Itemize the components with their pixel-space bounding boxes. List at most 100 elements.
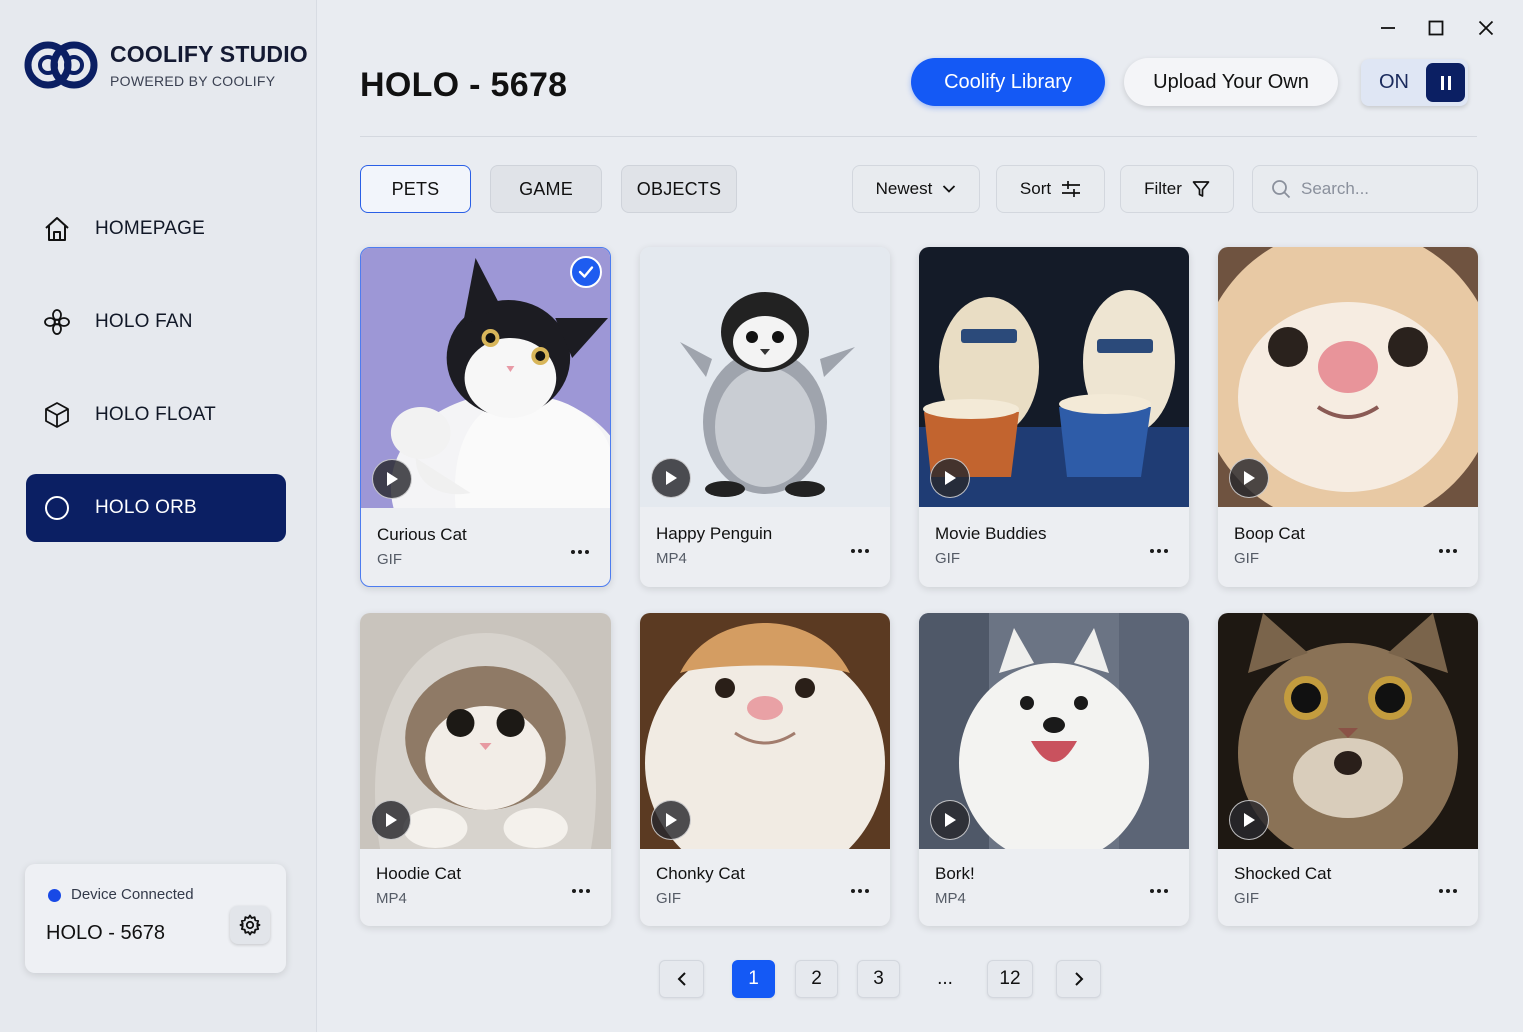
coolify-logo-icon: [24, 41, 98, 89]
maximize-button[interactable]: [1422, 14, 1450, 42]
more-options-button[interactable]: [848, 541, 872, 561]
chevron-left-icon: [677, 972, 686, 986]
media-card-movie-buddies[interactable]: Movie Buddies GIF: [919, 247, 1189, 587]
card-title: Bork!: [935, 864, 975, 883]
toggle-label: ON: [1379, 71, 1409, 93]
sliders-icon: [1062, 181, 1081, 197]
app-name: COOLIFY STUDIO: [110, 41, 308, 67]
sidebar: COOLIFY STUDIO POWERED BY COOLIFY HOMEPA…: [0, 0, 317, 1032]
more-options-button[interactable]: [569, 881, 593, 901]
home-icon: [42, 214, 72, 244]
next-page-button[interactable]: [1056, 960, 1101, 998]
card-type: GIF: [377, 551, 402, 568]
minimize-icon: [1381, 27, 1395, 29]
card-title: Hoodie Cat: [376, 864, 462, 883]
card-type: GIF: [656, 890, 681, 907]
play-button[interactable]: [1229, 458, 1269, 498]
search-input[interactable]: [1301, 179, 1461, 199]
more-options-button[interactable]: [1147, 541, 1171, 561]
filter-button[interactable]: Filter: [1120, 165, 1234, 213]
gear-icon: [239, 914, 261, 936]
media-card-shocked-cat[interactable]: Shocked Cat GIF: [1218, 613, 1478, 926]
media-card-bork[interactable]: Bork! MP4: [919, 613, 1189, 926]
play-button[interactable]: [372, 459, 412, 499]
sidebar-item-label: HOLO ORB: [95, 497, 197, 518]
device-settings-button[interactable]: [230, 906, 270, 944]
media-card-hoodie-cat[interactable]: Hoodie Cat MP4: [360, 613, 611, 926]
play-icon: [1244, 813, 1255, 827]
sidebar-item-holo-fan[interactable]: HOLO FAN: [26, 288, 286, 356]
tab-objects[interactable]: OBJECTS: [621, 165, 737, 213]
device-name: HOLO - 5678: [46, 922, 165, 944]
sidebar-nav: HOMEPAGE HOLO FAN HOLO FLOAT HOLO ORB: [26, 195, 286, 567]
search-box[interactable]: [1252, 165, 1478, 213]
card-title: Movie Buddies: [935, 524, 1047, 543]
more-options-button[interactable]: [848, 881, 872, 901]
card-title: Chonky Cat: [656, 864, 745, 883]
media-card-boop-cat[interactable]: Boop Cat GIF: [1218, 247, 1478, 587]
tab-game[interactable]: GAME: [490, 165, 602, 213]
more-options-button[interactable]: [1147, 881, 1171, 901]
prev-page-button[interactable]: [659, 960, 704, 998]
sidebar-item-homepage[interactable]: HOMEPAGE: [26, 195, 286, 263]
search-icon: [1272, 180, 1291, 199]
more-options-button[interactable]: [568, 542, 592, 562]
order-value: Newest: [875, 179, 933, 198]
play-button[interactable]: [651, 800, 691, 840]
play-icon: [387, 472, 398, 486]
minimize-button[interactable]: [1374, 14, 1402, 42]
page-12-button[interactable]: 12: [987, 960, 1033, 998]
card-type: MP4: [935, 890, 966, 907]
card-type: GIF: [1234, 550, 1259, 567]
close-icon: [1478, 20, 1494, 36]
sidebar-item-holo-float[interactable]: HOLO FLOAT: [26, 381, 286, 449]
connection-status-dot: [48, 889, 61, 902]
media-card-happy-penguin[interactable]: Happy Penguin MP4: [640, 247, 890, 587]
play-button[interactable]: [930, 458, 970, 498]
page-title: HOLO - 5678: [360, 66, 568, 104]
power-toggle[interactable]: ON: [1361, 59, 1468, 106]
play-icon: [386, 813, 397, 827]
sort-button[interactable]: Sort: [996, 165, 1105, 213]
chevron-right-icon: [1074, 972, 1083, 986]
upload-your-own-button[interactable]: Upload Your Own: [1124, 58, 1338, 106]
card-type: GIF: [1234, 890, 1259, 907]
page-1-button[interactable]: 1: [732, 960, 775, 998]
sidebar-item-label: HOMEPAGE: [95, 218, 205, 239]
tab-pets[interactable]: PETS: [360, 165, 471, 213]
maximize-icon: [1428, 20, 1444, 36]
play-icon: [945, 813, 956, 827]
card-title: Curious Cat: [377, 525, 467, 544]
sort-label: Sort: [1019, 179, 1052, 198]
app-tagline: POWERED BY COOLIFY: [110, 73, 276, 89]
close-button[interactable]: [1472, 14, 1500, 42]
play-icon: [666, 813, 677, 827]
play-button[interactable]: [930, 800, 970, 840]
app-logo[interactable]: COOLIFY STUDIO POWERED BY COOLIFY: [24, 38, 308, 92]
sidebar-item-holo-orb[interactable]: HOLO ORB: [26, 474, 286, 542]
play-icon: [1244, 471, 1255, 485]
page-3-button[interactable]: 3: [857, 960, 900, 998]
more-options-button[interactable]: [1436, 881, 1460, 901]
connection-status-text: Device Connected: [71, 886, 194, 903]
media-card-chonky-cat[interactable]: Chonky Cat GIF: [640, 613, 890, 926]
pause-icon: [1426, 63, 1465, 102]
card-title: Happy Penguin: [656, 524, 773, 543]
card-title: Shocked Cat: [1234, 864, 1332, 883]
cube-icon: [42, 400, 72, 430]
sidebar-item-label: HOLO FAN: [95, 311, 193, 332]
play-icon: [666, 471, 677, 485]
play-button[interactable]: [651, 458, 691, 498]
selected-check-icon[interactable]: [570, 256, 602, 288]
filter-label: Filter: [1144, 179, 1182, 198]
device-status-card: Device Connected HOLO - 5678: [25, 864, 286, 973]
order-dropdown[interactable]: Newest: [852, 165, 980, 213]
media-card-curious-cat[interactable]: Curious Cat GIF: [360, 247, 611, 587]
more-options-button[interactable]: [1436, 541, 1460, 561]
play-button[interactable]: [1229, 800, 1269, 840]
funnel-icon: [1192, 181, 1210, 197]
page-2-button[interactable]: 2: [795, 960, 838, 998]
play-button[interactable]: [371, 800, 411, 840]
pagination-ellipsis: ...: [937, 968, 953, 989]
coolify-library-button[interactable]: Coolify Library: [911, 58, 1105, 106]
